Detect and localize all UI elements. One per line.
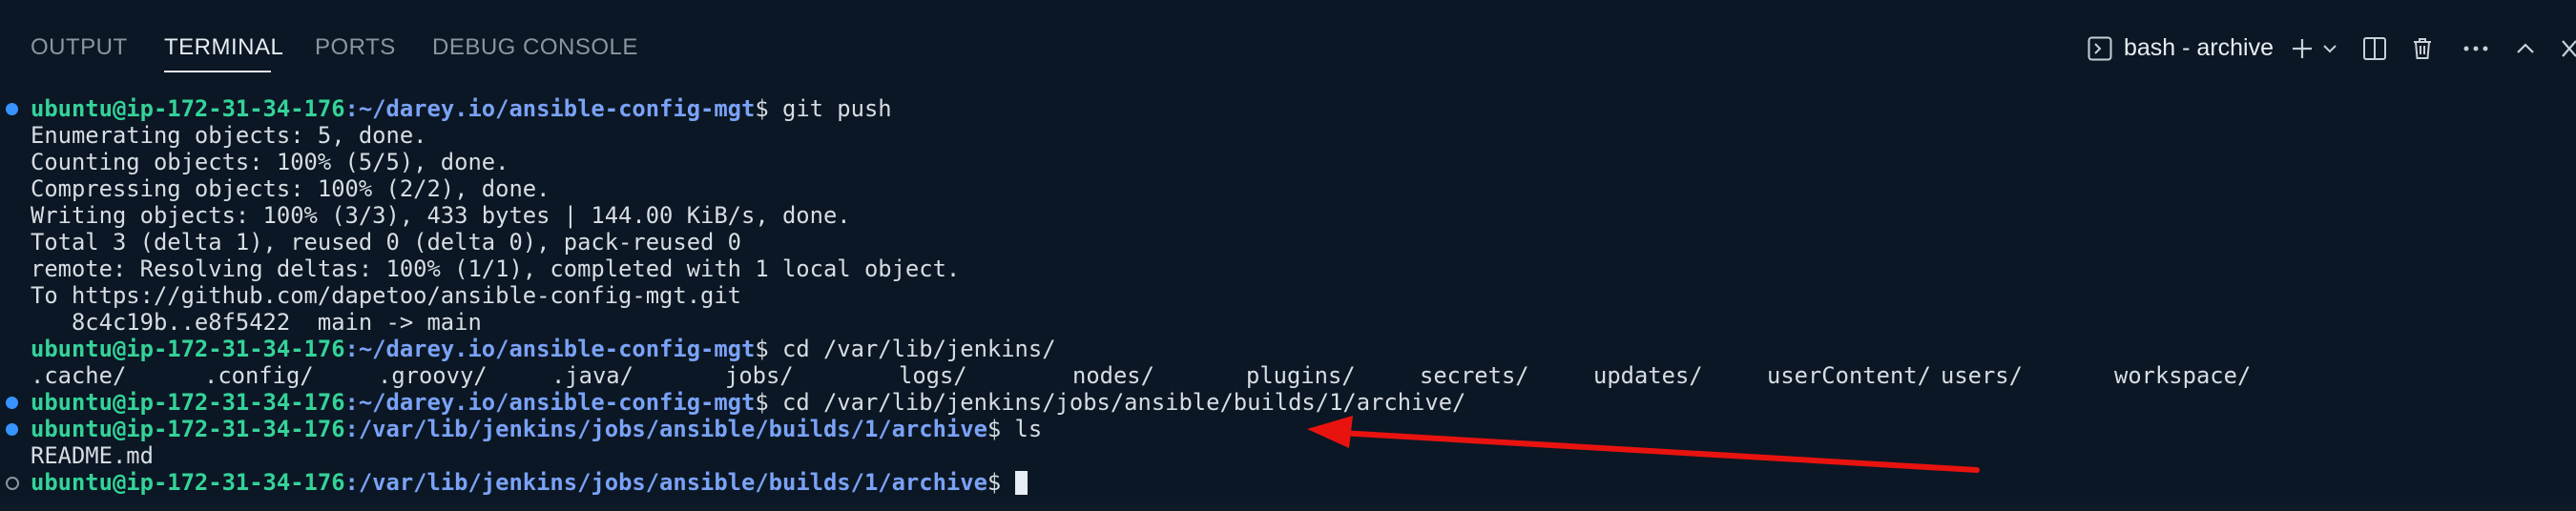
panel-bottom-edge (0, 503, 2576, 511)
arrow-shaft (1338, 430, 1980, 473)
annotation-arrow (1307, 416, 1980, 473)
arrow-head (1307, 416, 1353, 448)
